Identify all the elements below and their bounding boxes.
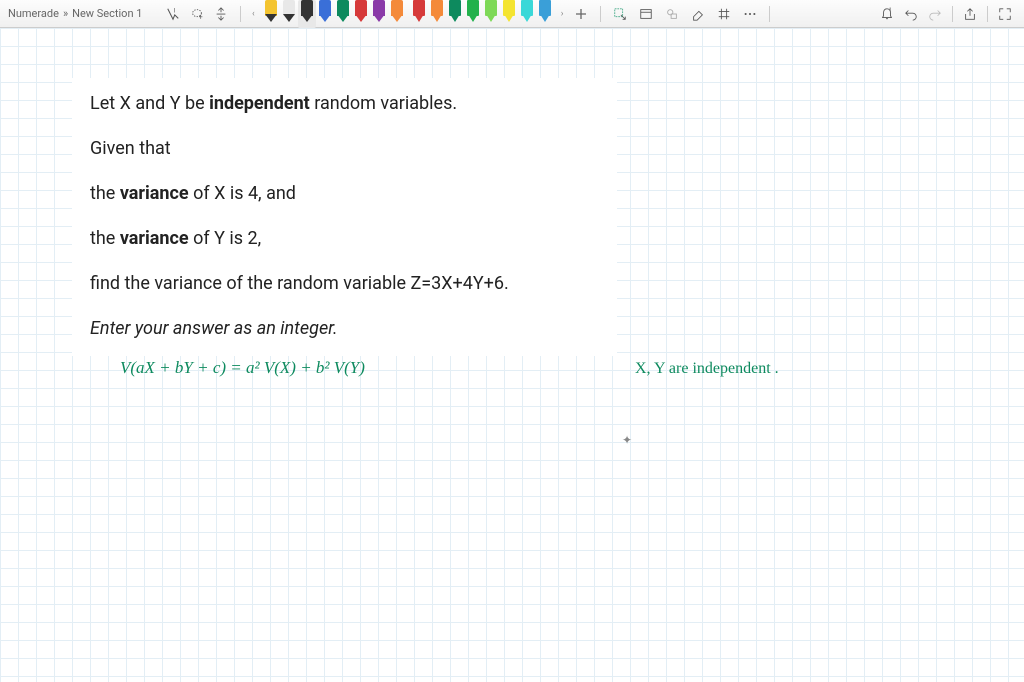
handwriting-note: X, Y are independent . [635, 360, 779, 378]
svg-text:1: 1 [889, 7, 892, 13]
eraser-icon[interactable] [687, 3, 709, 25]
shapes-icon[interactable] [661, 3, 683, 25]
marker-pen-6[interactable] [518, 0, 536, 28]
marker-pen-7[interactable] [536, 0, 554, 28]
marker-pen-0[interactable] [410, 0, 428, 28]
canvas-area[interactable]: Let X and Y be independent random variab… [0, 28, 1024, 682]
fine-pen-7[interactable] [388, 0, 406, 28]
marker-pen-2[interactable] [446, 0, 464, 28]
share-icon[interactable] [959, 3, 981, 25]
insert-space-icon[interactable] [210, 3, 232, 25]
svg-text:I: I [174, 7, 176, 14]
notification-icon[interactable]: 1 [876, 3, 898, 25]
undo-icon[interactable] [900, 3, 922, 25]
cursor-crosshair-icon: ✦ [622, 433, 632, 447]
panel-icon[interactable] [635, 3, 657, 25]
grid-icon[interactable] [713, 3, 735, 25]
svg-text:+: + [199, 13, 203, 21]
separator [952, 6, 953, 22]
separator [987, 6, 988, 22]
separator [769, 6, 770, 22]
marker-pen-1[interactable] [428, 0, 446, 28]
breadcrumb-section[interactable]: New Section 1 [72, 7, 142, 20]
separator [600, 6, 601, 22]
breadcrumb-app[interactable]: Numerade [8, 7, 59, 20]
breadcrumb: Numerade » New Section 1 [8, 7, 158, 20]
fine-pen-2[interactable] [298, 0, 316, 28]
marker-pen-4[interactable] [482, 0, 500, 28]
fine-pen-1[interactable] [280, 0, 298, 28]
separator [240, 6, 241, 22]
right-toolbar: 1 [876, 3, 1016, 25]
redo-icon[interactable] [924, 3, 946, 25]
problem-line-6: Enter your answer as an integer. [90, 315, 599, 342]
problem-line-5: find the variance of the random variable… [90, 270, 599, 297]
marker-pen-3[interactable] [464, 0, 482, 28]
handwriting-formula: V(aX + bY + c) = a² V(X) + b² V(Y) [120, 358, 365, 378]
fine-pen-0[interactable] [262, 0, 280, 28]
problem-card: Let X and Y be independent random variab… [72, 78, 617, 356]
scroll-left-icon[interactable]: ‹ [249, 9, 258, 19]
fullscreen-icon[interactable] [994, 3, 1016, 25]
fine-pen-6[interactable] [370, 0, 388, 28]
text-tools: I + [162, 3, 232, 25]
problem-line-4: the variance of Y is 2, [90, 225, 599, 252]
marker-pen-5[interactable] [500, 0, 518, 28]
fine-pen-5[interactable] [352, 0, 370, 28]
fine-pen-4[interactable] [334, 0, 352, 28]
problem-line-1: Let X and Y be independent random variab… [90, 90, 599, 117]
text-cursor-icon[interactable]: I [162, 3, 184, 25]
breadcrumb-sep: » [63, 7, 68, 20]
lasso-add-icon[interactable]: + [186, 3, 208, 25]
more-icon[interactable] [739, 3, 761, 25]
marker-pen-set [410, 0, 554, 28]
fine-pen-3[interactable] [316, 0, 334, 28]
select-icon[interactable] [609, 3, 631, 25]
problem-line-2: Given that [90, 135, 599, 162]
top-toolbar: Numerade » New Section 1 I + ‹ › [0, 0, 1024, 28]
problem-line-3: the variance of X is 4, and [90, 180, 599, 207]
add-pen-icon[interactable] [570, 3, 592, 25]
fine-pen-set [262, 0, 406, 28]
scroll-right-icon[interactable]: › [558, 9, 567, 19]
